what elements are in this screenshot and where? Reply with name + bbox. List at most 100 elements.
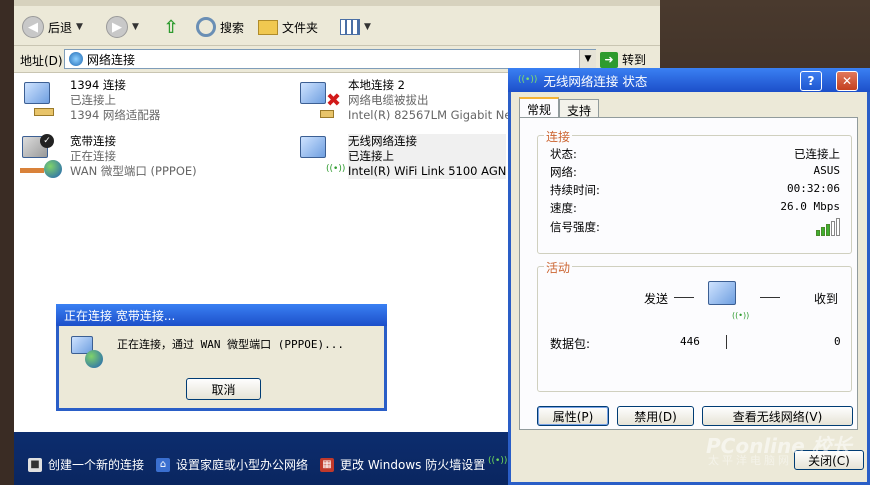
row-label: 持续时间: <box>550 183 600 197</box>
globe-icon <box>44 160 62 178</box>
cable-graphic <box>20 168 44 173</box>
checkmark-icon: ✓ <box>40 134 54 148</box>
folders-button[interactable]: 文件夹 <box>258 15 318 39</box>
monitor-graphic <box>708 281 736 305</box>
task-create-connection[interactable]: ■ 创建一个新的连接 <box>28 456 144 473</box>
monitor-graphic <box>300 136 326 158</box>
menu-bar-strip <box>14 0 660 6</box>
search-icon <box>196 17 216 37</box>
connection-item-wireless[interactable]: ((•)) 无线网络连接 已连接上 Intel(R) WiFi Link 510… <box>296 134 507 179</box>
disconnected-x-icon: ✖ <box>326 90 342 111</box>
connection-device: 1394 网络适配器 <box>70 108 161 122</box>
received-line <box>760 297 780 298</box>
cancel-button[interactable]: 取消 <box>186 378 261 400</box>
connection-name: 本地连接 2 <box>348 78 405 92</box>
row-value: ASUS <box>813 164 841 177</box>
dialog-message: 正在连接，通过 WAN 微型端口 (PPPOE)... <box>117 338 344 351</box>
connection-group: 连接 状态: 已连接上 网络: ASUS 持续时间: 00:32:06 速度: … <box>537 128 852 254</box>
task-home-network[interactable]: ⌂ 设置家庭或小型办公网络 <box>156 456 308 473</box>
packets-label: 数据包: <box>550 337 591 351</box>
connection-status: 已连接上 <box>70 93 116 107</box>
connection-item-1394[interactable]: 1394 连接 已连接上 1394 网络适配器 <box>18 78 160 123</box>
status-window-titlebar: ((•)) 无线网络连接 状态 ? ✕ <box>508 68 870 92</box>
toolbar: ◀ 后退 ▼ ▶ ▼ ⇧ 搜索 文件夹 ▼ <box>14 0 660 46</box>
back-button[interactable]: ◀ 后退 ▼ <box>22 15 83 39</box>
received-label: 收到 <box>814 292 839 306</box>
go-button[interactable]: ➜ 转到 <box>600 51 646 68</box>
properties-button[interactable]: 属性(P) <box>537 406 609 426</box>
task-wireless[interactable]: ((•)) <box>488 456 507 466</box>
search-button[interactable]: 搜索 <box>196 15 244 39</box>
address-dropdown-button[interactable]: ▼ <box>579 50 596 68</box>
back-label: 后退 <box>48 20 73 35</box>
watermark-sub: 太平洋电脑网 <box>708 454 792 467</box>
signal-bar <box>836 218 840 236</box>
connection-item-local-2[interactable]: ✖ 本地连接 2 网络电缆被拔出 Intel(R) 82567LM Gigabi… <box>296 78 525 123</box>
tab-support[interactable]: 支持 <box>559 99 600 118</box>
connection-status: 网络电缆被拔出 <box>348 93 429 107</box>
address-value: 网络连接 <box>87 52 136 67</box>
broadband-connection-icon <box>71 336 105 368</box>
views-icon <box>340 19 360 35</box>
network-connections-icon <box>69 52 83 66</box>
wireless-signal-icon: ((•)) <box>732 311 750 320</box>
row-value: 26.0 Mbps <box>780 200 840 213</box>
views-button[interactable]: ▼ <box>340 15 371 39</box>
sent-line <box>674 297 694 298</box>
forward-button[interactable]: ▶ ▼ <box>106 15 139 39</box>
monitor-graphic <box>24 82 50 104</box>
signal-bar <box>826 224 830 236</box>
folder-icon <box>258 19 278 35</box>
group-title: 连接 <box>544 128 573 145</box>
window-title: 无线网络连接 状态 <box>543 73 648 89</box>
disable-button[interactable]: 禁用(D) <box>617 406 694 426</box>
connection-item-broadband[interactable]: ✓ 宽带连接 正在连接 WAN 微型端口 (PPPOE) <box>18 134 197 179</box>
task-firewall-settings[interactable]: ▦ 更改 Windows 防火墙设置 <box>320 456 485 473</box>
broadband-icon: ✓ <box>18 134 62 178</box>
divider <box>726 335 727 349</box>
help-button[interactable]: ? <box>800 71 822 91</box>
sent-label: 发送 <box>644 292 669 306</box>
connection-name: 宽带连接 <box>70 134 116 148</box>
dialog-title: 正在连接 宽带连接... <box>56 304 387 326</box>
connection-device: Intel(R) WiFi Link 5100 AGN <box>348 164 507 178</box>
activity-group: 活动 发送 ((•)) 收到 数据包: 446 0 <box>537 259 852 392</box>
wireless-signal-icon: ((•)) <box>488 456 508 466</box>
wireless-signal-icon: ((•)) <box>326 164 346 174</box>
cable-graphic <box>34 108 54 116</box>
close-window-button[interactable]: ✕ <box>836 71 858 91</box>
task-label: 设置家庭或小型办公网络 <box>176 458 309 472</box>
wireless-status-window: ((•)) 无线网络连接 状态 ? ✕ 常规 支持 连接 状态: 已连接上 网络… <box>508 68 870 485</box>
row-label: 状态: <box>550 147 577 161</box>
up-folder-icon: ⇧ <box>163 16 179 38</box>
up-folder-button[interactable]: ⇧ <box>160 15 182 39</box>
network-adapter-icon <box>18 78 62 122</box>
connection-status: 正在连接 <box>70 149 116 163</box>
packets-received: 0 <box>834 335 841 348</box>
address-input[interactable]: 网络连接 <box>64 49 596 69</box>
tab-general[interactable]: 常规 <box>519 97 560 117</box>
go-label: 转到 <box>622 53 647 67</box>
row-label: 速度: <box>550 201 577 215</box>
speed-row: 速度: 26.0 Mbps <box>550 200 840 216</box>
connection-status: 已连接上 <box>348 149 394 163</box>
forward-arrow-icon: ▶ <box>106 16 128 38</box>
globe-icon <box>85 350 103 368</box>
signal-bar <box>831 221 835 236</box>
tab-page-general: 连接 状态: 已连接上 网络: ASUS 持续时间: 00:32:06 速度: … <box>519 117 858 430</box>
new-connection-icon: ■ <box>28 457 42 472</box>
view-wireless-networks-button[interactable]: 查看无线网络(V) <box>702 406 853 426</box>
connection-device: WAN 微型端口 (PPPOE) <box>70 164 197 178</box>
firewall-icon: ▦ <box>320 457 334 472</box>
chevron-down-icon: ▼ <box>132 22 139 32</box>
back-arrow-icon: ◀ <box>22 16 44 38</box>
task-label: 更改 Windows 防火墙设置 <box>340 458 486 472</box>
connecting-dialog: 正在连接 宽带连接... 正在连接，通过 WAN 微型端口 (PPPOE)...… <box>56 304 387 411</box>
signal-bar <box>821 227 825 236</box>
tab-strip: 常规 支持 <box>519 97 600 118</box>
connection-name: 无线网络连接 <box>348 134 417 148</box>
computer-activity-icon: ((•)) <box>706 281 750 325</box>
wireless-signal-icon: ((•)) <box>518 75 538 85</box>
connection-device: Intel(R) 82567LM Gigabit Netw <box>348 108 526 122</box>
task-label: 创建一个新的连接 <box>48 458 145 472</box>
